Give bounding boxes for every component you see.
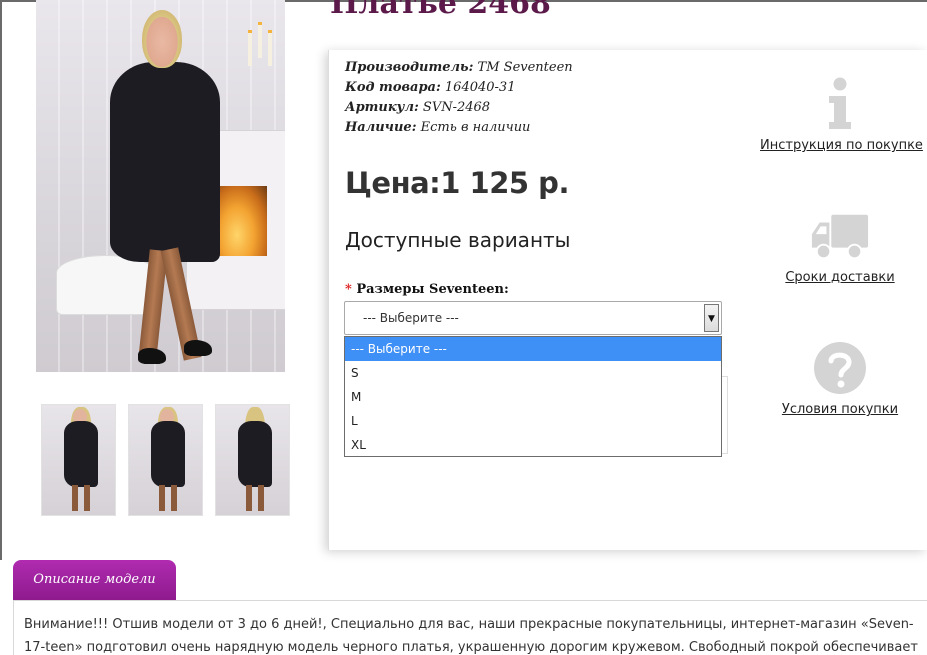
delivery-terms[interactable]: Сроки доставки [760, 206, 920, 285]
purchase-conditions[interactable]: Условия покупки [760, 338, 920, 417]
candle [248, 30, 252, 66]
delivery-terms-link[interactable]: Сроки доставки [760, 270, 920, 285]
truck-icon [810, 206, 870, 266]
description-text: Внимание!!! Отшив модели от 3 до 6 дней!… [24, 617, 918, 655]
main-product-photo[interactable] [36, 0, 285, 372]
size-option[interactable]: XL [345, 433, 721, 457]
question-icon [810, 338, 870, 398]
size-option[interactable]: S [345, 361, 721, 385]
article-row: Артикул: SVN-2468 [345, 100, 491, 115]
required-mark: * [345, 282, 352, 297]
size-select-label: * Размеры Seventeen: [345, 282, 509, 297]
variants-heading: Доступные варианты [345, 228, 571, 252]
size-option[interactable]: M [345, 385, 721, 409]
size-select-value: --- Выберите --- [363, 311, 459, 325]
left-border [0, 0, 2, 560]
product-code-row: Код товара: 164040-31 [345, 80, 516, 95]
size-option[interactable]: L [345, 409, 721, 433]
availability-row: Наличие: Есть в наличии [345, 120, 531, 135]
product-title: Платье 2468 [330, 0, 551, 21]
thumbnail-1[interactable] [41, 404, 116, 516]
size-option[interactable]: --- Выберите --- [345, 337, 721, 361]
candle [258, 22, 262, 58]
size-dropdown-list[interactable]: --- Выберите --- S M L XL [344, 336, 722, 457]
tab-description[interactable]: Описание модели [13, 560, 176, 600]
product-price: Цена:1 125 р. [345, 166, 569, 200]
purchase-instructions[interactable]: Инструкция по покупке [760, 74, 923, 153]
thumbnail-3[interactable] [215, 404, 290, 516]
info-icon [810, 74, 870, 134]
thumbnail-2[interactable] [128, 404, 203, 516]
manufacturer-row: Производитель: ТМ Seventeen [345, 60, 573, 75]
product-meta: Производитель: ТМ Seventeen Код товара: … [345, 58, 573, 138]
size-select[interactable]: --- Выберите --- ▼ [344, 301, 722, 335]
chevron-down-icon[interactable]: ▼ [704, 304, 719, 332]
model-figure [106, 10, 226, 372]
purchase-instructions-link[interactable]: Инструкция по покупке [760, 138, 923, 153]
candle [268, 30, 272, 66]
purchase-conditions-link[interactable]: Условия покупки [760, 402, 920, 417]
